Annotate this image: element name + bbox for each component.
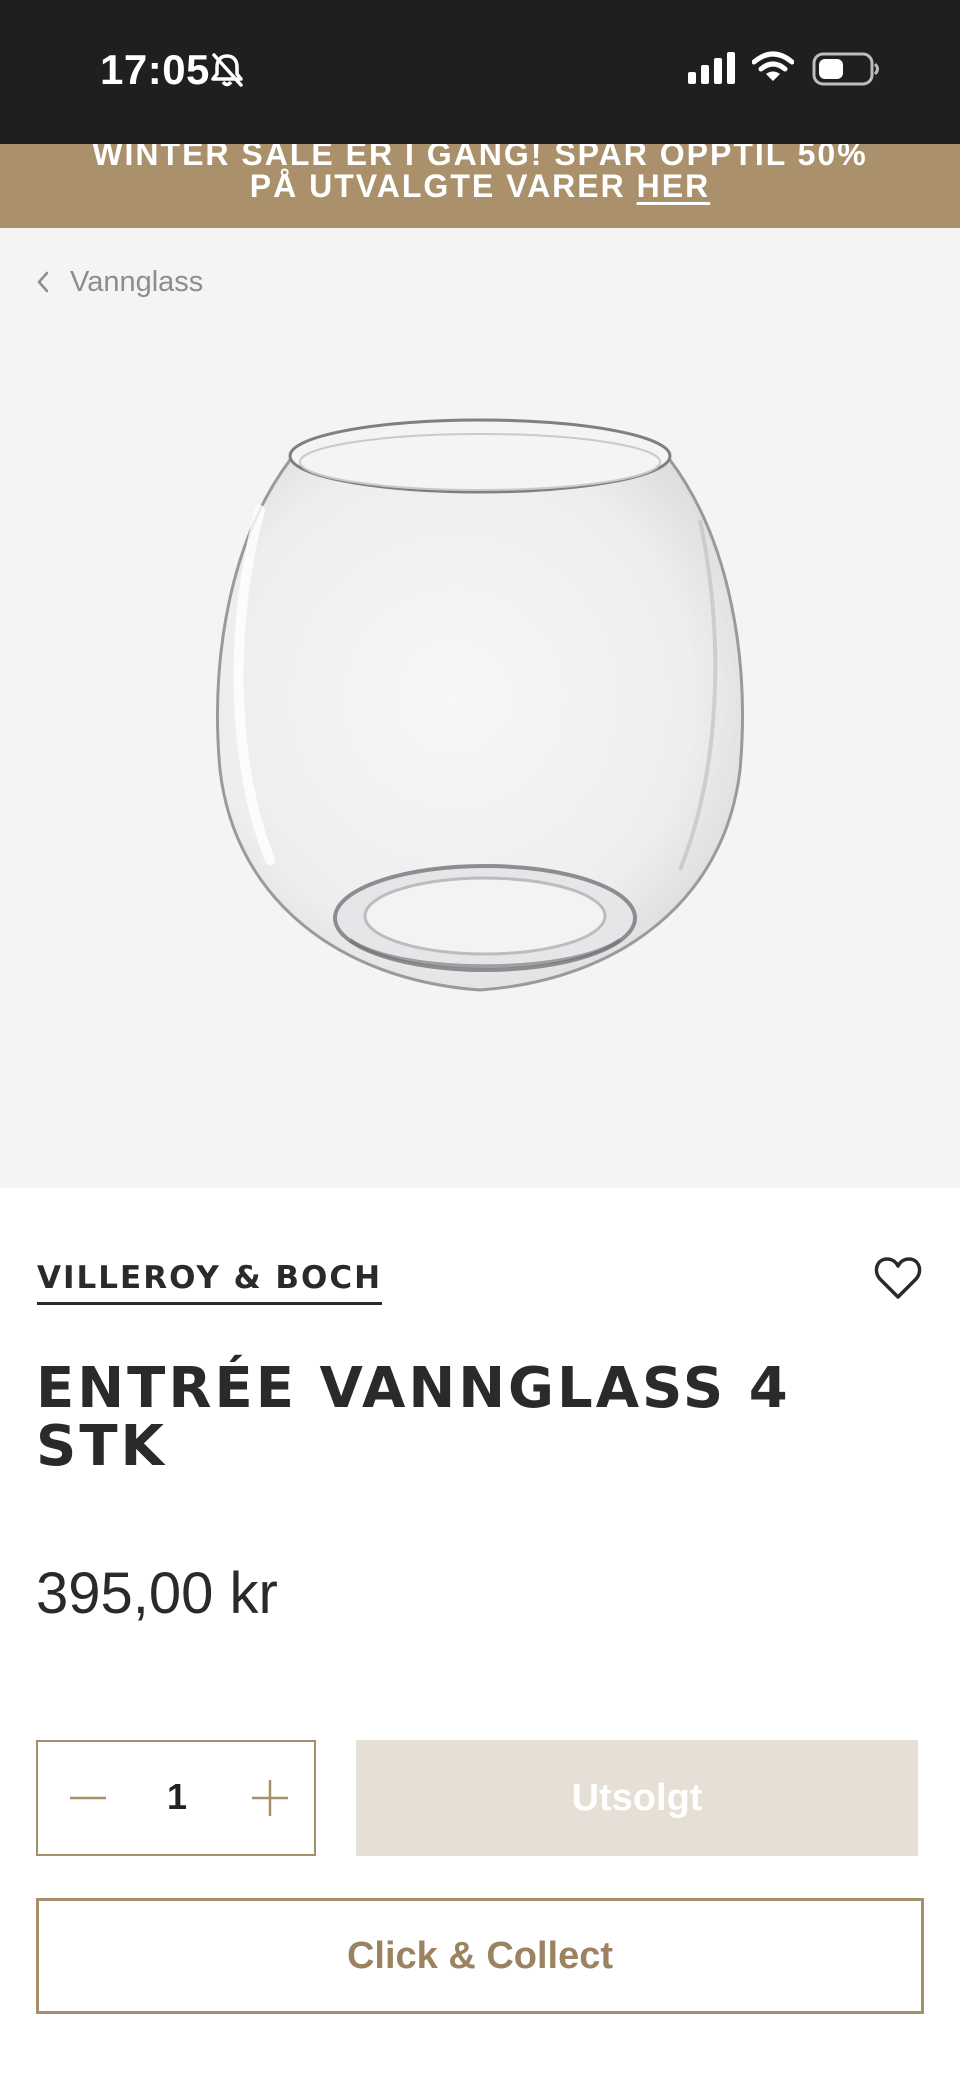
minus-icon: [70, 1796, 106, 1800]
status-time: 17:05: [100, 46, 210, 93]
promo-banner[interactable]: WINTER SALE ER I GANG! SPAR OPPTIL 50% P…: [0, 144, 960, 228]
promo-text-part: PÅ UTVALGTE VARER: [249, 168, 637, 204]
quantity-increase-button[interactable]: [250, 1778, 290, 1823]
bell-muted-icon: [210, 52, 244, 93]
quantity-decrease-button[interactable]: [68, 1782, 108, 1819]
heart-icon: [874, 1257, 922, 1299]
sold-out-button[interactable]: Utsolgt: [356, 1740, 918, 1856]
breadcrumb-label: Vannglass: [70, 265, 204, 298]
quantity-value[interactable]: 1: [148, 1776, 206, 1818]
chevron-left-icon: [37, 271, 49, 293]
promo-link[interactable]: HER: [637, 168, 711, 204]
brand-link[interactable]: VILLEROY & BOCH: [37, 1260, 383, 1305]
battery-icon: [812, 52, 882, 91]
breadcrumb[interactable]: Vannglass: [36, 262, 203, 302]
plus-icon: [252, 1780, 288, 1816]
promo-text-line2: PÅ UTVALGTE VARER HER: [0, 168, 960, 204]
wishlist-button[interactable]: [874, 1256, 922, 1305]
quantity-stepper: 1: [36, 1740, 316, 1856]
product-title: ENTRÉE VANNGLASS 4 STK: [36, 1356, 791, 1479]
product-price: 395,00 kr: [36, 1561, 278, 1626]
wifi-icon: [751, 50, 795, 89]
product-image[interactable]: [200, 400, 760, 1015]
status-bar: 17:05: [0, 0, 960, 144]
click-and-collect-button[interactable]: Click & Collect: [36, 1898, 924, 2014]
signal-icon: [688, 52, 736, 89]
